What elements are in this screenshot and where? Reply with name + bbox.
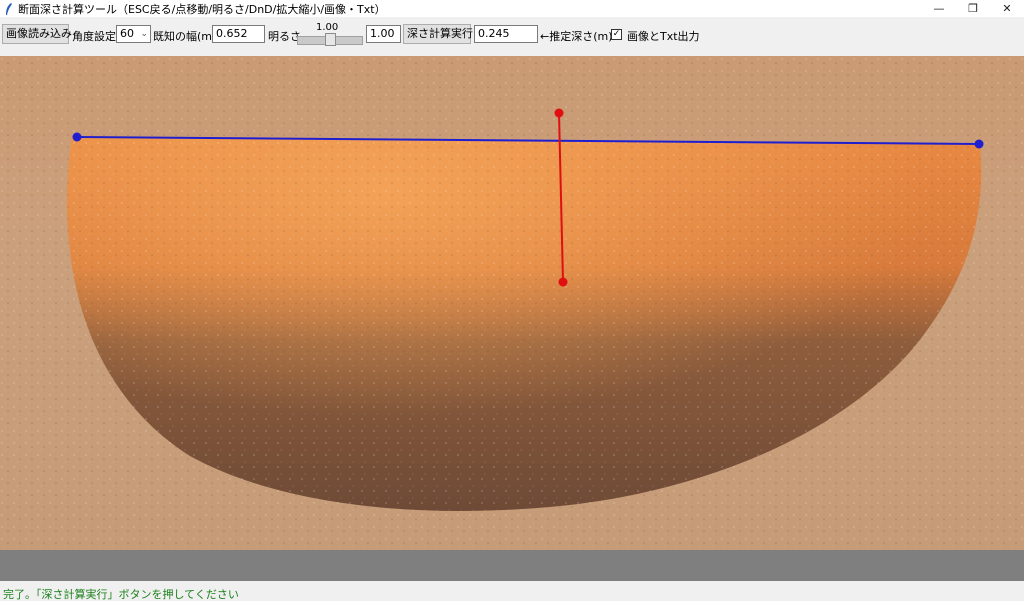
depth-point-top[interactable]: [554, 108, 564, 118]
brightness-slider-thumb[interactable]: [324, 33, 336, 46]
output-label: 画像とTxt出力: [627, 30, 700, 43]
calculate-depth-button[interactable]: 深さ計算実行: [403, 24, 473, 44]
chevron-down-icon: ⌄: [140, 29, 148, 39]
width-point-left[interactable]: [72, 132, 82, 142]
known-width-input[interactable]: 0.652: [212, 25, 265, 43]
brightness-input[interactable]: 1.00: [366, 25, 401, 43]
width-point-right[interactable]: [974, 139, 984, 149]
canvas-drawing: [0, 56, 1024, 550]
window-title: 断面深さ計算ツール（ESC戻る/点移動/明るさ/DnD/拡大縮小/画像・Txt）: [18, 2, 386, 16]
minimize-button[interactable]: —: [922, 0, 956, 17]
brightness-scale-value: 1.00: [316, 22, 339, 33]
toolbar: 画像読み込み 角度設定 60 ⌄ 既知の幅(m): 0.652 明るさ 1.00…: [0, 22, 1024, 48]
restore-icon: ❐: [968, 2, 978, 15]
restore-button[interactable]: ❐: [956, 0, 990, 17]
canvas-bottom-area: [0, 550, 1024, 581]
title-bar: 断面深さ計算ツール（ESC戻る/点移動/明るさ/DnD/拡大縮小/画像・Txt）…: [0, 0, 1024, 17]
known-width-label: 既知の幅(m):: [153, 30, 221, 43]
load-image-button[interactable]: 画像読み込み: [2, 24, 72, 44]
feather-icon: [4, 2, 14, 15]
angle-select[interactable]: 60 ⌄: [116, 25, 151, 43]
minimize-icon: —: [933, 2, 945, 15]
status-message: 完了。「深さ計算実行」ボタンを押してください: [3, 588, 239, 601]
image-canvas[interactable]: [0, 56, 1024, 550]
depth-result-field: 0.245: [474, 25, 538, 43]
angle-value: 60: [120, 27, 134, 40]
depth-point-bottom[interactable]: [558, 277, 568, 287]
app-window: 断面深さ計算ツール（ESC戻る/点移動/明るさ/DnD/拡大縮小/画像・Txt）…: [0, 0, 1024, 601]
close-button[interactable]: ✕: [990, 0, 1024, 17]
window-controls: — ❐ ✕: [922, 0, 1024, 17]
check-icon: ✓: [612, 29, 621, 39]
close-icon: ✕: [1002, 2, 1012, 15]
angle-label: 角度設定: [72, 30, 116, 43]
output-checkbox[interactable]: ✓: [611, 29, 622, 40]
depth-result-label: ←推定深さ(m): [540, 30, 613, 43]
status-bar: 完了。「深さ計算実行」ボタンを押してください: [0, 584, 1024, 601]
